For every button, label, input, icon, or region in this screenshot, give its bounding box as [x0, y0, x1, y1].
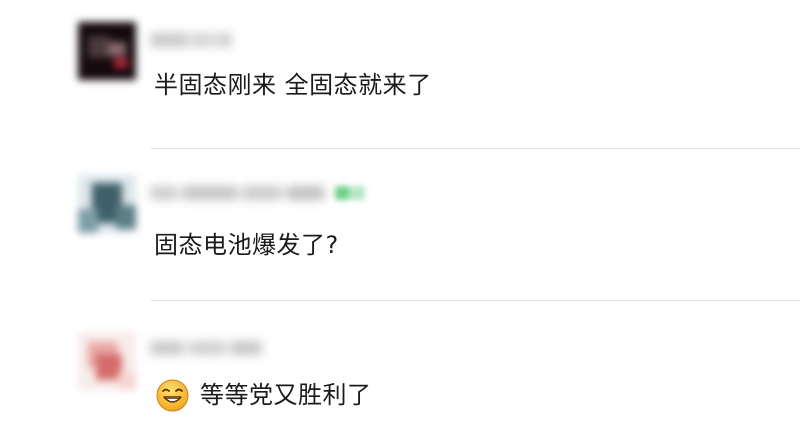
comment-item: 固态电池爆发了? — [0, 150, 800, 302]
comment-item: 等等党又胜利了 — [0, 302, 800, 443]
username[interactable] — [150, 30, 232, 50]
avatar[interactable] — [78, 332, 136, 390]
comment-text: 半固态刚来 全固态就来了 — [154, 71, 432, 99]
grinning-face-emoji — [156, 379, 189, 412]
divider — [150, 300, 800, 301]
comment-text: 固态电池爆发了? — [154, 231, 339, 259]
username[interactable] — [150, 338, 262, 358]
level-badge — [333, 183, 369, 203]
username[interactable] — [150, 183, 325, 203]
comment-text: 等等党又胜利了 — [200, 381, 372, 409]
avatar[interactable] — [78, 22, 136, 80]
avatar[interactable] — [78, 175, 136, 233]
comment-item: 半固态刚来 全固态就来了 — [0, 0, 800, 150]
divider — [150, 148, 800, 149]
